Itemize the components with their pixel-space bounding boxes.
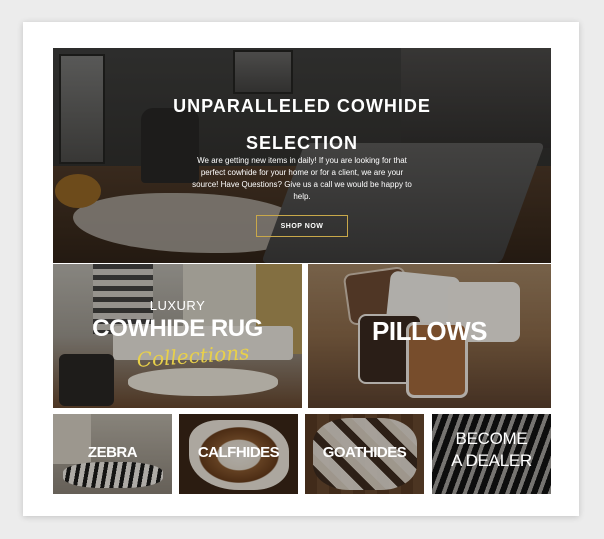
hero-title: UNPARALLELED COWHIDE SELECTION [173, 96, 431, 153]
tile-zebra[interactable]: ZEBRA [53, 414, 172, 494]
tile-title-calfhides: CALFHIDES [197, 444, 280, 461]
tile-calfhides[interactable]: CALFHIDES [179, 414, 298, 494]
dealer-line-1: BECOME [455, 429, 528, 448]
hero-description: We are getting new items in daily! If yo… [192, 156, 412, 201]
tile-title-pillows: PILLOWS [372, 316, 487, 346]
tile-become-a-dealer[interactable]: BECOME A DEALER [432, 414, 551, 494]
content-area: UNPARALLELED COWHIDE SELECTION We are ge… [53, 48, 551, 494]
tile-title-become-a-dealer: BECOME A DEALER [432, 428, 551, 472]
tile-pillows[interactable]: PILLOWS [308, 264, 551, 408]
tile-title-goathides: GOATHIDES [322, 444, 407, 461]
dealer-line-2: A DEALER [451, 451, 532, 470]
hero-banner: UNPARALLELED COWHIDE SELECTION We are ge… [53, 48, 551, 263]
tile-eyebrow-luxury: LUXURY [149, 298, 206, 313]
shop-now-button[interactable]: SHOP NOW [256, 215, 348, 237]
tile-title-zebra: ZEBRA [87, 444, 138, 461]
tile-goathides[interactable]: GOATHIDES [305, 414, 424, 494]
tile-cowhide-rug-collections[interactable]: LUXURY COWHIDE RUG Collections [53, 264, 302, 408]
